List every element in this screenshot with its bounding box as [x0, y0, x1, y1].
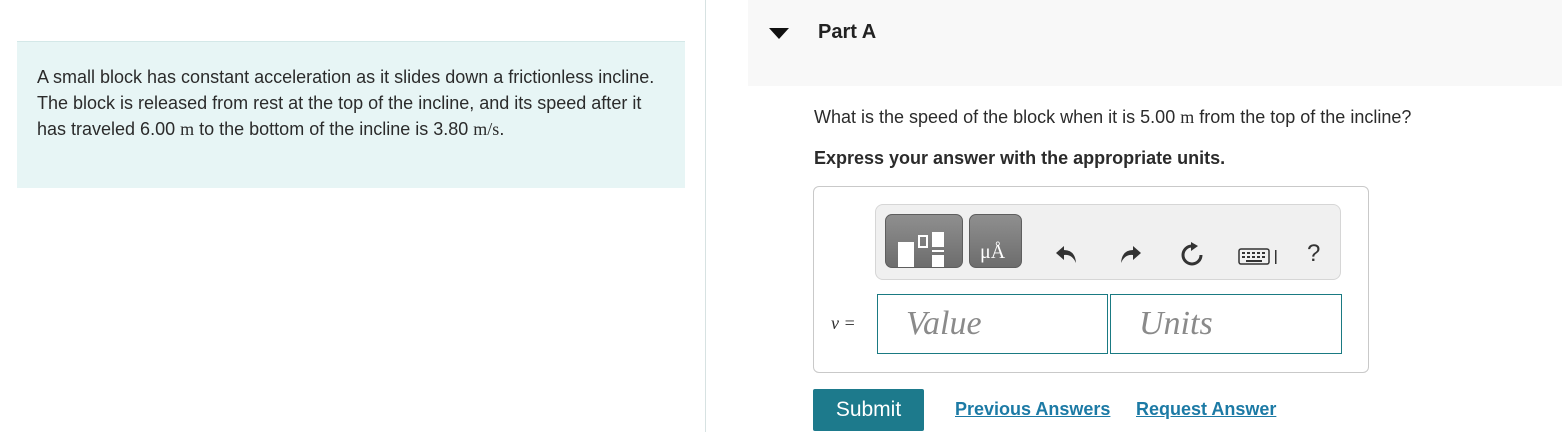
problem-statement: A small block has constant acceleration … — [17, 41, 685, 188]
value-input[interactable]: Value — [877, 294, 1108, 354]
previous-answers-link[interactable]: Previous Answers — [955, 399, 1110, 420]
redo-icon[interactable] — [1117, 243, 1143, 270]
undo-icon[interactable] — [1054, 243, 1080, 270]
collapse-caret-icon[interactable] — [769, 28, 789, 39]
submit-button[interactable]: Submit — [813, 389, 924, 431]
request-answer-link[interactable]: Request Answer — [1136, 399, 1276, 420]
column-divider — [705, 0, 706, 432]
unit-meter: m — [1180, 107, 1195, 127]
units-input[interactable]: Units — [1110, 294, 1342, 354]
help-icon[interactable]: ? — [1307, 240, 1320, 268]
variable-label: v = — [831, 313, 856, 333]
unit-meter: m — [180, 119, 195, 139]
problem-text-3: . — [499, 119, 505, 139]
reset-icon[interactable] — [1179, 242, 1205, 273]
keyboard-icon[interactable] — [1238, 247, 1280, 272]
problem-text-2: to the bottom of the incline is 3.80 — [194, 119, 474, 139]
question-text: What is the speed of the block when it i… — [814, 107, 1412, 127]
answer-instruction: Express your answer with the appropriate… — [814, 148, 1226, 168]
unit-meter-per-second: m/s — [473, 119, 500, 139]
part-title: Part A — [818, 21, 877, 43]
fraction-template-icon[interactable] — [885, 214, 963, 268]
units-template-icon[interactable]: μÅ — [969, 214, 1022, 268]
